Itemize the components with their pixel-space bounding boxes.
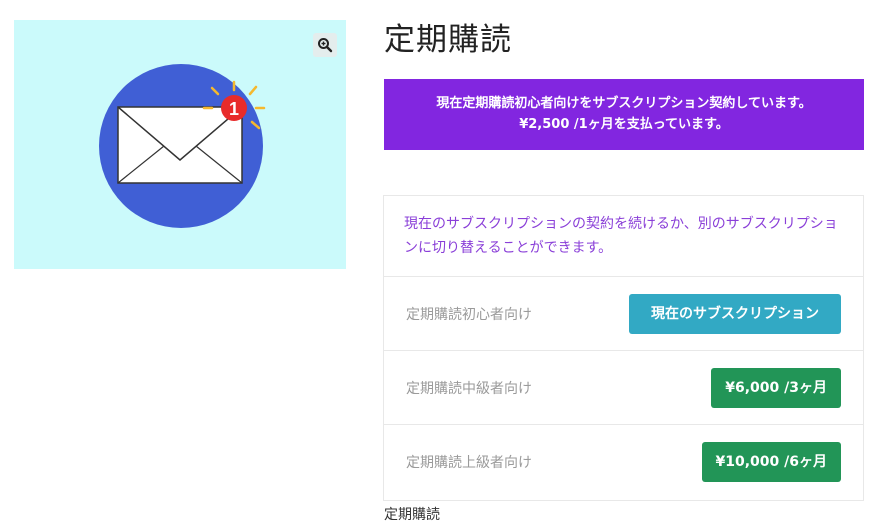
- plan-name: 定期購読上級者向け: [406, 455, 532, 471]
- notice-line-2: ¥2,500 /1ヶ月を支払っています。: [519, 117, 729, 132]
- subscription-notice: 現在定期購読初心者向けをサブスクリプション契約しています。 ¥2,500 /1ヶ…: [384, 79, 864, 150]
- envelope-notification-illustration: 1: [99, 64, 266, 228]
- envelope-icon: [117, 106, 243, 184]
- plan-name: 定期購読初心者向け: [406, 307, 532, 323]
- current-subscription-button[interactable]: 現在のサブスクリプション: [629, 294, 841, 334]
- plan-row: 定期購読中級者向け ¥6,000 /3ヶ月: [384, 351, 863, 425]
- switch-plan-button[interactable]: ¥6,000 /3ヶ月: [711, 368, 841, 408]
- switch-intro-text: 現在のサブスクリプションの契約を続けるか、別のサブスクリプションに切り替えること…: [384, 196, 863, 277]
- switch-subscription-panel: 現在のサブスクリプションの契約を続けるか、別のサブスクリプションに切り替えること…: [383, 195, 864, 501]
- plan-row: 定期購読上級者向け ¥10,000 /6ヶ月: [384, 425, 863, 499]
- product-image: 1: [14, 20, 346, 269]
- switch-plan-button[interactable]: ¥10,000 /6ヶ月: [701, 442, 841, 482]
- badge-count: 1: [229, 99, 239, 119]
- notice-line-1: 現在定期購読初心者向けをサブスクリプション契約しています。: [436, 96, 812, 111]
- plan-name: 定期購読中級者向け: [406, 381, 532, 397]
- plan-row: 定期購読初心者向け 現在のサブスクリプション: [384, 277, 863, 351]
- subscription-page: 1 定期購読 現在定期購読初心者向けをサブスクリプション契約しています。 ¥2,…: [0, 0, 876, 531]
- product-caption: 定期購読: [384, 507, 440, 523]
- page-title: 定期購読: [384, 22, 512, 58]
- zoom-in-icon: [318, 38, 333, 53]
- zoom-button[interactable]: [313, 33, 337, 57]
